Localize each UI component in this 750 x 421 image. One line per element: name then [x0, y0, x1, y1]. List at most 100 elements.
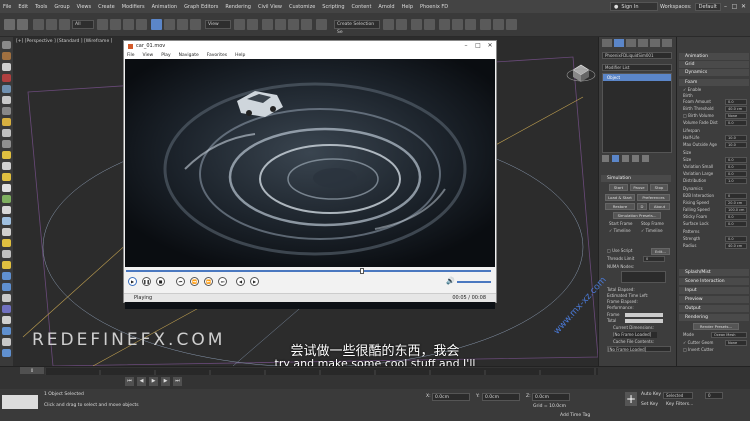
scene-explorer-icon[interactable]	[424, 19, 435, 30]
layer-explorer-icon[interactable]	[411, 19, 422, 30]
modify-tab-icon[interactable]	[614, 39, 624, 47]
player-minimize-icon[interactable]: –	[460, 41, 472, 51]
view-cube-icon[interactable]	[566, 64, 596, 82]
tool-icon-18[interactable]	[2, 228, 11, 236]
pause-sim-button[interactable]: Pause	[630, 184, 648, 191]
time-slider-thumb[interactable]: 0	[20, 367, 44, 374]
select-manipulate-icon[interactable]	[247, 19, 258, 30]
tool-icon-22[interactable]	[2, 272, 11, 280]
redo-icon[interactable]	[17, 19, 28, 30]
tool-icon-16[interactable]	[2, 206, 11, 214]
strength-field[interactable]: 0.0	[725, 236, 747, 242]
move-icon[interactable]	[151, 19, 162, 30]
align-icon[interactable]	[396, 19, 407, 30]
tool-icon-15[interactable]	[2, 195, 11, 203]
auto-key-button[interactable]: Auto Key	[641, 392, 661, 397]
object-name-field[interactable]: PhoenixFDLiquidSim001	[602, 52, 672, 59]
rewind-button[interactable]: ⏪	[190, 277, 199, 286]
play-anim-icon[interactable]: ▶	[149, 377, 158, 386]
frame-back-button[interactable]: ◀	[236, 277, 245, 286]
menu-content[interactable]: Content	[352, 4, 372, 10]
fast-forward-button[interactable]: ⏩	[204, 277, 213, 286]
tool-icon-13[interactable]	[2, 173, 11, 181]
use-script-checkbox[interactable]: □ Use Script	[607, 248, 637, 254]
rollout-splash-mist[interactable]: Splash/Mist	[679, 269, 749, 276]
rollout-output[interactable]: Output	[679, 305, 749, 312]
size-field[interactable]: 0.0	[725, 157, 747, 163]
b2b-field[interactable]: 0	[725, 193, 747, 199]
material-editor-icon[interactable]	[465, 19, 476, 30]
rollout-preview[interactable]: Preview	[679, 296, 749, 303]
bind-space-warp-icon[interactable]	[59, 19, 70, 30]
menu-civil-view[interactable]: Civil View	[258, 4, 282, 10]
unlink-icon[interactable]	[46, 19, 57, 30]
stack-item-object[interactable]: Object	[603, 74, 671, 81]
goto-end-icon[interactable]: ⏭	[173, 377, 182, 386]
edit-script-button[interactable]: Edit...	[651, 248, 670, 255]
set-key-button[interactable]: Set Key	[641, 402, 658, 407]
tool-icon-12[interactable]	[2, 162, 11, 170]
undo-icon[interactable]	[4, 19, 15, 30]
volume-slider[interactable]	[457, 281, 491, 283]
menu-arnold[interactable]: Arnold	[378, 4, 394, 10]
player-menu-play[interactable]: Play	[161, 53, 170, 58]
z-coord-field[interactable]: 0.0cm	[532, 393, 570, 401]
menu-file[interactable]: File	[3, 4, 11, 10]
mode-dropdown[interactable]: Ocean Mesh	[711, 332, 747, 338]
rendered-frame-icon[interactable]	[493, 19, 504, 30]
create-tab-icon[interactable]	[602, 39, 612, 47]
curve-editor-icon[interactable]	[439, 19, 450, 30]
rising-speed-field[interactable]: 20.0 cm	[725, 200, 747, 206]
menu-edit[interactable]: Edit	[18, 4, 28, 10]
render-presets-button[interactable]: Render Presets...	[693, 323, 739, 330]
maximize-icon[interactable]: □	[730, 2, 739, 11]
menu-rendering[interactable]: Rendering	[225, 4, 251, 10]
stop-button[interactable]: ■	[156, 277, 165, 286]
show-end-result-icon[interactable]	[612, 155, 619, 162]
tool-icon-2[interactable]	[2, 52, 11, 60]
select-object-icon[interactable]	[97, 19, 108, 30]
tool-icon-14[interactable]	[2, 184, 11, 192]
named-selection-dropdown[interactable]: Create Selection Se	[334, 20, 380, 35]
radius-field[interactable]: 40.0 cm	[725, 243, 747, 249]
rollout-dynamics[interactable]: Dynamics	[679, 69, 749, 76]
utilities-tab-icon[interactable]	[662, 39, 672, 47]
numa-list[interactable]	[621, 271, 666, 283]
rollout-scene-interaction[interactable]: Scene Interaction	[679, 278, 749, 285]
viewport-label[interactable]: [+] [Perspective ] [Standard ] [Wirefram…	[16, 39, 112, 44]
minimize-icon[interactable]: –	[721, 2, 730, 11]
edit-named-selection-icon[interactable]	[316, 19, 327, 30]
remove-modifier-icon[interactable]	[632, 155, 639, 162]
spinner-snap-icon[interactable]	[301, 19, 312, 30]
tool-icon-27[interactable]	[2, 327, 11, 335]
snap-toggle-icon[interactable]	[262, 19, 273, 30]
player-close-icon[interactable]: ✕	[484, 41, 496, 51]
frame-forward-button[interactable]: ▶	[250, 277, 259, 286]
prev-frame-icon[interactable]: ◀	[137, 377, 146, 386]
play-button[interactable]: ▶	[128, 277, 137, 286]
menu-scripting[interactable]: Scripting	[322, 4, 344, 10]
pause-button[interactable]: ❚❚	[142, 277, 151, 286]
tool-icon-24[interactable]	[2, 294, 11, 302]
x-coord-field[interactable]: 0.0cm	[432, 393, 470, 401]
volume-fade-field[interactable]: 0.0	[725, 120, 747, 126]
half-life-field[interactable]: 10.0	[725, 135, 747, 141]
player-maximize-icon[interactable]: □	[472, 41, 484, 51]
previous-button[interactable]: ⏮	[176, 277, 185, 286]
tool-icon-3[interactable]	[2, 63, 11, 71]
timeline-checkbox-2[interactable]: ✓ Timeline	[641, 228, 671, 234]
time-slider[interactable]	[44, 368, 598, 375]
workspace-dropdown[interactable]: Default	[694, 2, 721, 11]
menu-create[interactable]: Create	[98, 4, 115, 10]
menu-tools[interactable]: Tools	[35, 4, 47, 10]
hierarchy-tab-icon[interactable]	[626, 39, 636, 47]
falling-speed-field[interactable]: 100.0 cm	[725, 207, 747, 213]
tool-icon-7[interactable]	[2, 107, 11, 115]
tool-icon-8[interactable]	[2, 118, 11, 126]
start-button[interactable]: Start	[609, 184, 628, 191]
birth-threshold-field[interactable]: 40.0 cm	[725, 106, 747, 112]
player-menu-file[interactable]: File	[127, 53, 135, 58]
rollout-grid[interactable]: Grid	[679, 61, 749, 68]
tool-icon-19[interactable]	[2, 239, 11, 247]
player-menu-favorites[interactable]: Favorites	[207, 53, 227, 58]
